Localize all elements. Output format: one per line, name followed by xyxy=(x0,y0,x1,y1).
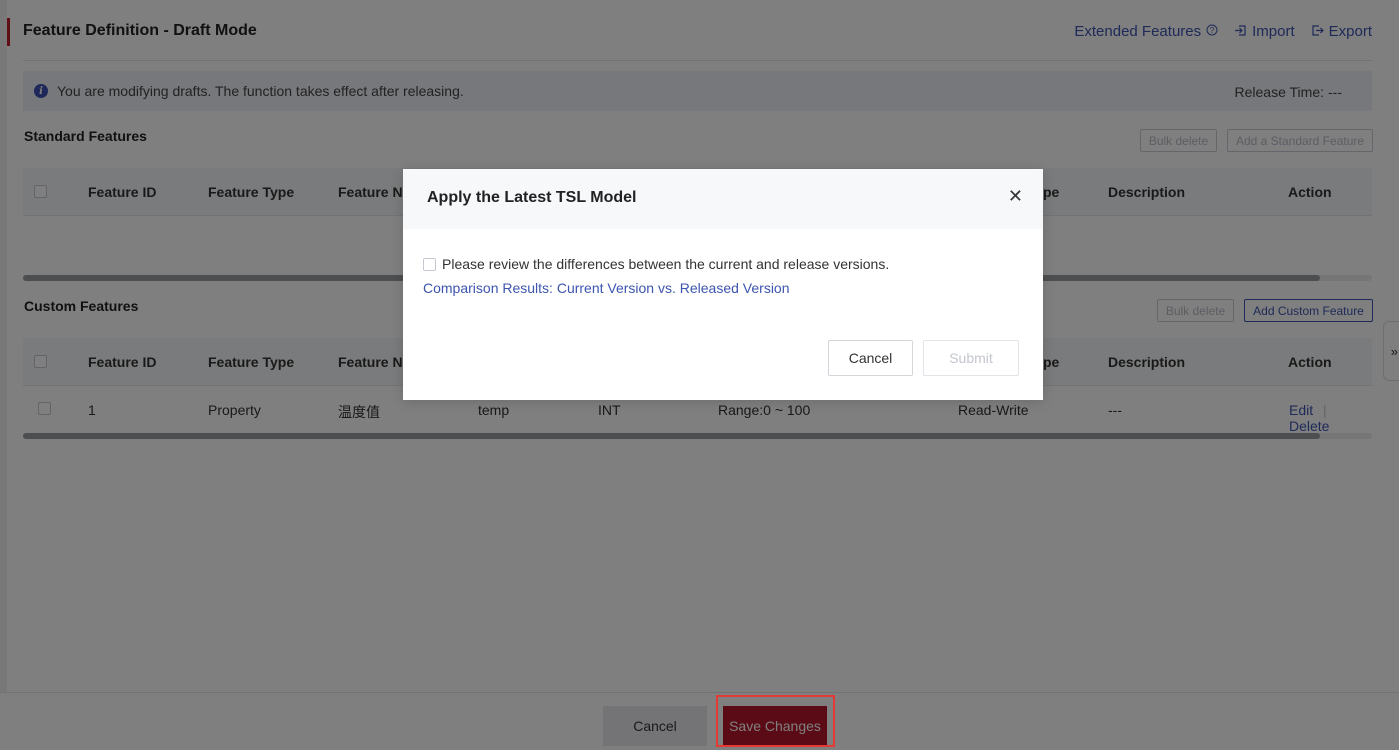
apply-tsl-model-dialog: Apply the Latest TSL Model ✕ Please revi… xyxy=(403,169,1043,400)
dialog-cancel-button[interactable]: Cancel xyxy=(828,340,913,376)
dialog-header: Apply the Latest TSL Model ✕ xyxy=(403,169,1043,229)
dialog-title: Apply the Latest TSL Model xyxy=(427,189,637,206)
dialog-submit-button[interactable]: Submit xyxy=(923,340,1019,376)
close-icon[interactable]: ✕ xyxy=(1008,186,1023,207)
review-differences-checkbox[interactable] xyxy=(423,258,436,271)
review-differences-label[interactable]: Please review the differences between th… xyxy=(442,256,889,272)
comparison-results-link[interactable]: Comparison Results: Current Version vs. … xyxy=(423,280,790,296)
